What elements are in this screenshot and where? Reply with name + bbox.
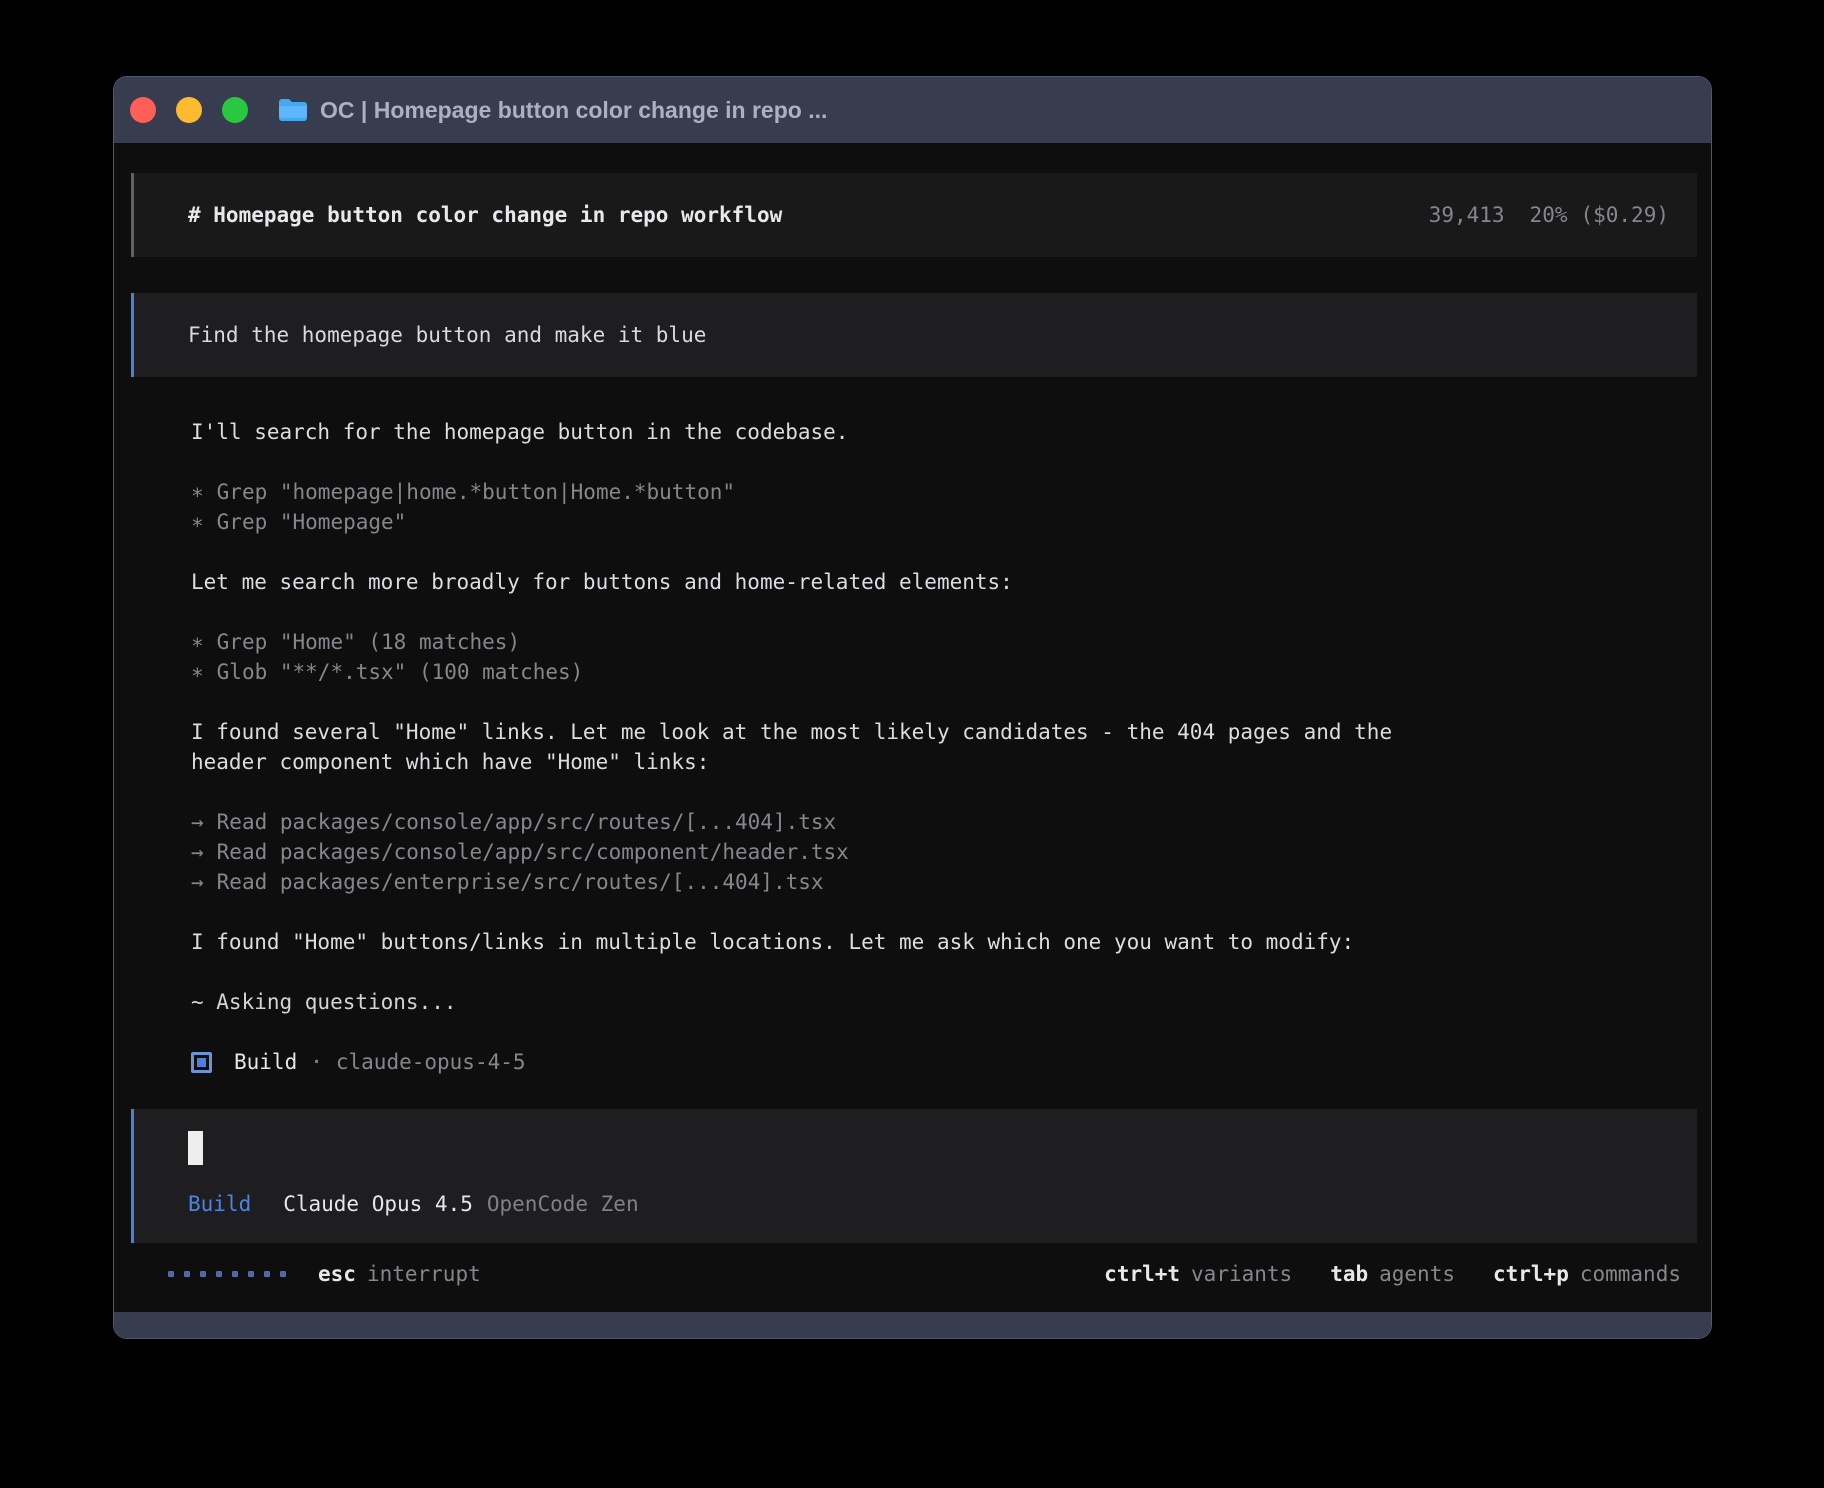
terminal-window: OC | Homepage button color change in rep…	[113, 76, 1712, 1339]
agent-square-dot	[197, 1058, 206, 1067]
text-cursor	[188, 1131, 203, 1165]
read-arrow-icon: →	[191, 870, 204, 894]
hint-key: tab	[1330, 1259, 1368, 1289]
session-cost: ($0.29)	[1580, 203, 1669, 227]
tool-marker-icon: ∗	[191, 660, 204, 684]
hint-key: ctrl+t	[1104, 1259, 1180, 1289]
tool-call-group: → Read packages/console/app/src/routes/[.…	[191, 807, 1697, 897]
tool-call-label: Grep "Home" (18 matches)	[217, 630, 520, 654]
tool-call: ∗ Grep "homepage|home.*button|Home.*butto…	[191, 477, 1697, 507]
prompt-provider: OpenCode Zen	[487, 1189, 639, 1219]
tool-call-label: Glob "**/*.tsx" (100 matches)	[217, 660, 584, 684]
spinner-dots	[168, 1271, 286, 1277]
folder-icon	[278, 98, 308, 122]
status-bar: esc interrupt ctrl+t variants tab agents…	[168, 1259, 1681, 1289]
tool-call-group: ∗ Grep "homepage|home.*button|Home.*butto…	[191, 477, 1697, 537]
assistant-text: Let me search more broadly for buttons a…	[191, 567, 1417, 597]
hint-key: ctrl+p	[1493, 1259, 1569, 1289]
hint-agents: tab agents	[1330, 1259, 1455, 1289]
tool-call: ∗ Grep "Homepage"	[191, 507, 1697, 537]
dot-separator: ·	[310, 1047, 323, 1077]
tool-marker-icon: ∗	[191, 480, 204, 504]
spinner-dot	[280, 1271, 286, 1277]
titlebar: OC | Homepage button color change in rep…	[114, 77, 1711, 143]
hint-interrupt: esc interrupt	[318, 1259, 481, 1289]
assistant-text: I found several "Home" links. Let me loo…	[191, 717, 1417, 777]
tool-call: → Read packages/console/app/src/component…	[191, 837, 1697, 867]
agent-square-icon	[191, 1052, 212, 1073]
tool-marker-icon: ∗	[191, 630, 204, 654]
read-arrow-icon: →	[191, 840, 204, 864]
close-button[interactable]	[130, 97, 156, 123]
hint-variants: ctrl+t variants	[1104, 1259, 1292, 1289]
activity-status: ~ Asking questions...	[191, 987, 1697, 1017]
session-title: # Homepage button color change in repo w…	[188, 200, 782, 230]
assistant-text: I'll search for the homepage button in t…	[191, 417, 1417, 447]
tool-call-label: Read packages/console/app/src/component/…	[217, 840, 849, 864]
hint-label: interrupt	[367, 1259, 481, 1289]
hint-label: commands	[1580, 1259, 1681, 1289]
tool-call-label: Read packages/enterprise/src/routes/[...…	[217, 870, 824, 894]
user-message: Find the homepage button and make it blu…	[131, 293, 1697, 377]
prompt-meta: Build Claude Opus 4.5 OpenCode Zen	[188, 1189, 1669, 1219]
minimize-button[interactable]	[176, 97, 202, 123]
assistant-text: I found "Home" buttons/links in multiple…	[191, 927, 1417, 957]
prompt-model: Claude Opus 4.5	[283, 1189, 473, 1219]
window-bottom-strip	[114, 1312, 1711, 1338]
hint-commands: ctrl+p commands	[1493, 1259, 1681, 1289]
tool-call: → Read packages/enterprise/src/routes/[..…	[191, 867, 1697, 897]
session-stats: 39,413 20% ($0.29)	[1429, 200, 1669, 230]
tool-call-label: Grep "homepage|home.*button|Home.*button…	[217, 480, 735, 504]
prompt-input[interactable]: Build Claude Opus 4.5 OpenCode Zen	[131, 1109, 1697, 1243]
spinner-dot	[216, 1271, 222, 1277]
tool-call-group: ∗ Grep "Home" (18 matches) ∗ Glob "**/*.ts…	[191, 627, 1697, 687]
hint-key: esc	[318, 1259, 356, 1289]
spinner-dot	[200, 1271, 206, 1277]
agent-model: claude-opus-4-5	[336, 1047, 526, 1077]
tool-call-label: Grep "Homepage"	[217, 510, 407, 534]
agent-status-line: Build · claude-opus-4-5	[191, 1047, 1697, 1077]
tool-call: → Read packages/console/app/src/routes/[.…	[191, 807, 1697, 837]
spinner-dot	[184, 1271, 190, 1277]
session-header: # Homepage button color change in repo w…	[131, 173, 1697, 257]
zoom-button[interactable]	[222, 97, 248, 123]
traffic-lights	[130, 97, 248, 123]
spinner-dot	[248, 1271, 254, 1277]
tool-call: ∗ Grep "Home" (18 matches)	[191, 627, 1697, 657]
transcript: I'll search for the homepage button in t…	[191, 417, 1697, 1077]
hint-label: variants	[1191, 1259, 1292, 1289]
hints-right: ctrl+t variants tab agents ctrl+p comman…	[1104, 1259, 1681, 1289]
context-percent: 20%	[1530, 203, 1568, 227]
tool-call-label: Read packages/console/app/src/routes/[..…	[217, 810, 837, 834]
agent-name: Build	[234, 1047, 297, 1077]
prompt-agent-badge: Build	[188, 1189, 251, 1219]
user-message-text: Find the homepage button and make it blu…	[188, 323, 706, 347]
tool-marker-icon: ∗	[191, 510, 204, 534]
read-arrow-icon: →	[191, 810, 204, 834]
hint-label: agents	[1379, 1259, 1455, 1289]
token-count: 39,413	[1429, 203, 1505, 227]
spinner-dot	[168, 1271, 174, 1277]
window-title: OC | Homepage button color change in rep…	[320, 97, 827, 124]
spinner-dot	[232, 1271, 238, 1277]
tool-call: ∗ Glob "**/*.tsx" (100 matches)	[191, 657, 1697, 687]
spinner-dot	[264, 1271, 270, 1277]
terminal-content: # Homepage button color change in repo w…	[114, 143, 1711, 1312]
